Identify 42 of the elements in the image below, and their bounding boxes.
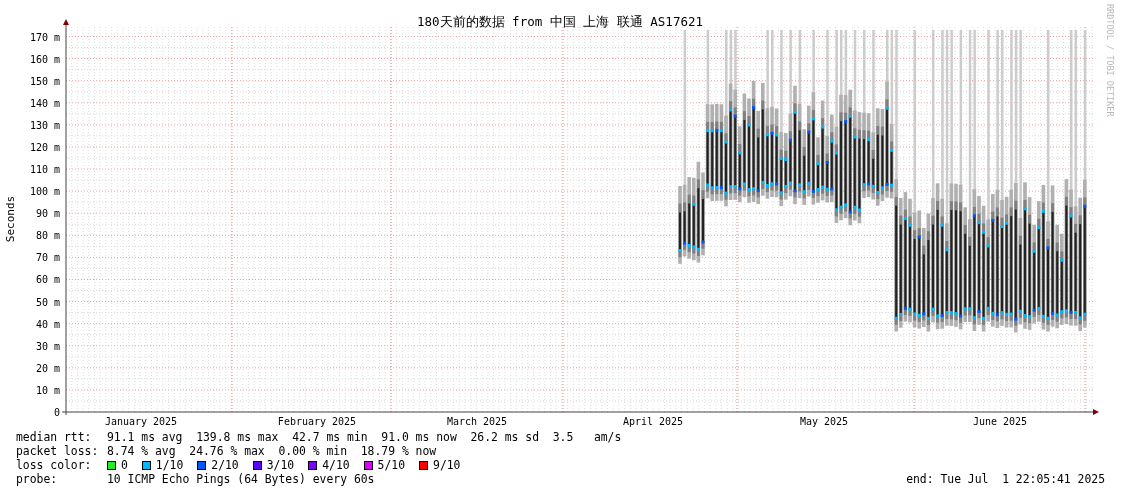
y-tick-label: 50 m: [35, 296, 60, 308]
y-tick-label: 110 m: [29, 164, 60, 176]
y-tick-label: 170 m: [29, 31, 60, 43]
y-axis-label: Seconds: [4, 195, 17, 243]
y-tick-label: 120 m: [29, 141, 60, 153]
y-tick-label: 150 m: [29, 75, 60, 87]
swatch-label: 0: [121, 458, 128, 472]
y-tick-label: 130 m: [29, 119, 60, 131]
y-tick-label: 100 m: [29, 186, 60, 198]
legend-label: loss color:: [16, 458, 93, 472]
swatch-label: 2/10: [211, 458, 239, 472]
y-tick-label: 30 m: [35, 340, 60, 352]
y-tick-label: 40 m: [35, 318, 60, 330]
swatch-label: 9/10: [433, 458, 461, 472]
probe-text: 10 ICMP Echo Pings (64 Bytes) every 60s: [107, 472, 375, 486]
x-tick-label: February 2025: [277, 416, 357, 427]
y-tick-label: 20 m: [35, 362, 60, 374]
y-tick-label: 60 m: [35, 274, 60, 286]
x-tick-label: March 2025: [446, 416, 508, 427]
probe-label: probe:: [16, 472, 59, 486]
stat-values: 8.74 % avg 24.76 % max 0.00 % min 18.79 % now: [107, 444, 437, 458]
y-tick-label: 0: [53, 407, 60, 418]
stat-label: median rtt:: [16, 430, 93, 444]
x-tick-label: May 2025: [799, 416, 849, 427]
x-tick-label: April 2025: [622, 416, 684, 427]
y-tick-label: 10 m: [35, 384, 60, 396]
y-tick-label: 70 m: [35, 252, 60, 264]
credit-text: RRDTOOL / TOBI OETIKER: [1105, 4, 1115, 117]
swatch-label: 1/10: [155, 458, 184, 472]
stat-values: 91.1 ms avg 139.8 ms max 42.7 ms min 91.0 ms now 26.2 ms sd 3.5 am/s: [107, 430, 622, 444]
y-tick-label: 160 m: [29, 53, 60, 65]
swatch-label: 5/10: [377, 458, 406, 472]
chart-title: 180天前的数据 from 中国 上海 联通 AS17621: [417, 14, 703, 29]
swatch-label: 3/10: [266, 458, 295, 472]
x-tick-label: June 2025: [972, 416, 1028, 427]
swatch-label: 4/10: [322, 458, 350, 472]
y-tick-label: 140 m: [29, 97, 60, 109]
end-time: end: Tue Jul 1 22:05:41 2025: [906, 472, 1105, 486]
x-tick-label: January 2025: [104, 416, 178, 427]
y-tick-label: 90 m: [35, 208, 60, 220]
stat-label: packet loss:: [16, 444, 100, 458]
y-tick-label: 80 m: [35, 230, 60, 242]
